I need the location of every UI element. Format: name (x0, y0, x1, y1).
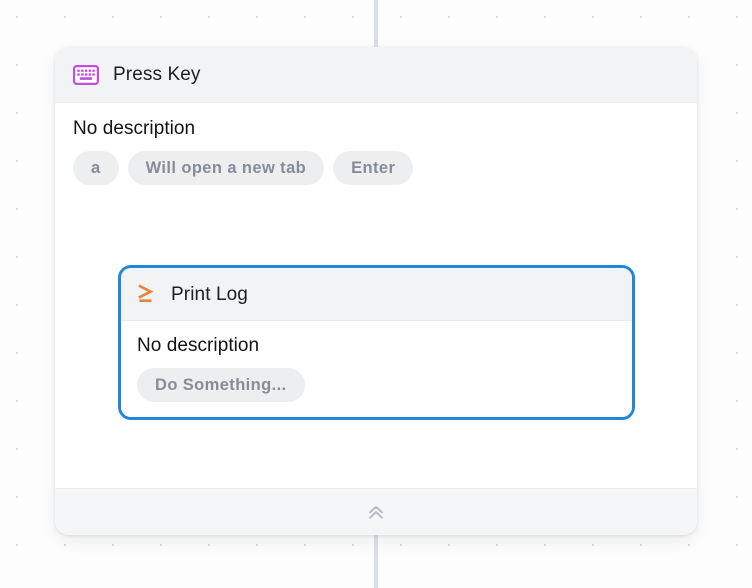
node-body-press-key: No description a Will open a new tab Ent… (55, 103, 697, 201)
flow-canvas[interactable]: Press Key No description a Will open a n… (0, 0, 752, 588)
chip-param[interactable]: Will open a new tab (127, 150, 325, 185)
double-chevron-up-icon[interactable] (367, 504, 385, 520)
terminal-prompt-icon (137, 283, 157, 305)
node-description-print-log: No description (137, 335, 260, 356)
node-collapse-bar[interactable] (55, 488, 697, 535)
node-card-print-log[interactable]: Print Log No description Do Something... (118, 265, 635, 420)
node-chip-list-print-log: Do Something... (137, 367, 616, 402)
node-header-press-key[interactable]: Press Key (55, 47, 697, 103)
keyboard-icon (73, 64, 99, 85)
node-title-print-log: Print Log (171, 283, 248, 305)
chip-param[interactable]: a (73, 150, 119, 185)
node-header-print-log[interactable]: Print Log (121, 268, 632, 321)
node-body-print-log: No description Do Something... (121, 321, 632, 416)
chip-param[interactable]: Enter (333, 150, 414, 185)
node-title-press-key: Press Key (113, 64, 201, 85)
node-description-press-key: No description (73, 118, 196, 139)
chip-param[interactable]: Do Something... (137, 367, 305, 402)
node-chip-list-press-key: a Will open a new tab Enter (73, 150, 679, 185)
